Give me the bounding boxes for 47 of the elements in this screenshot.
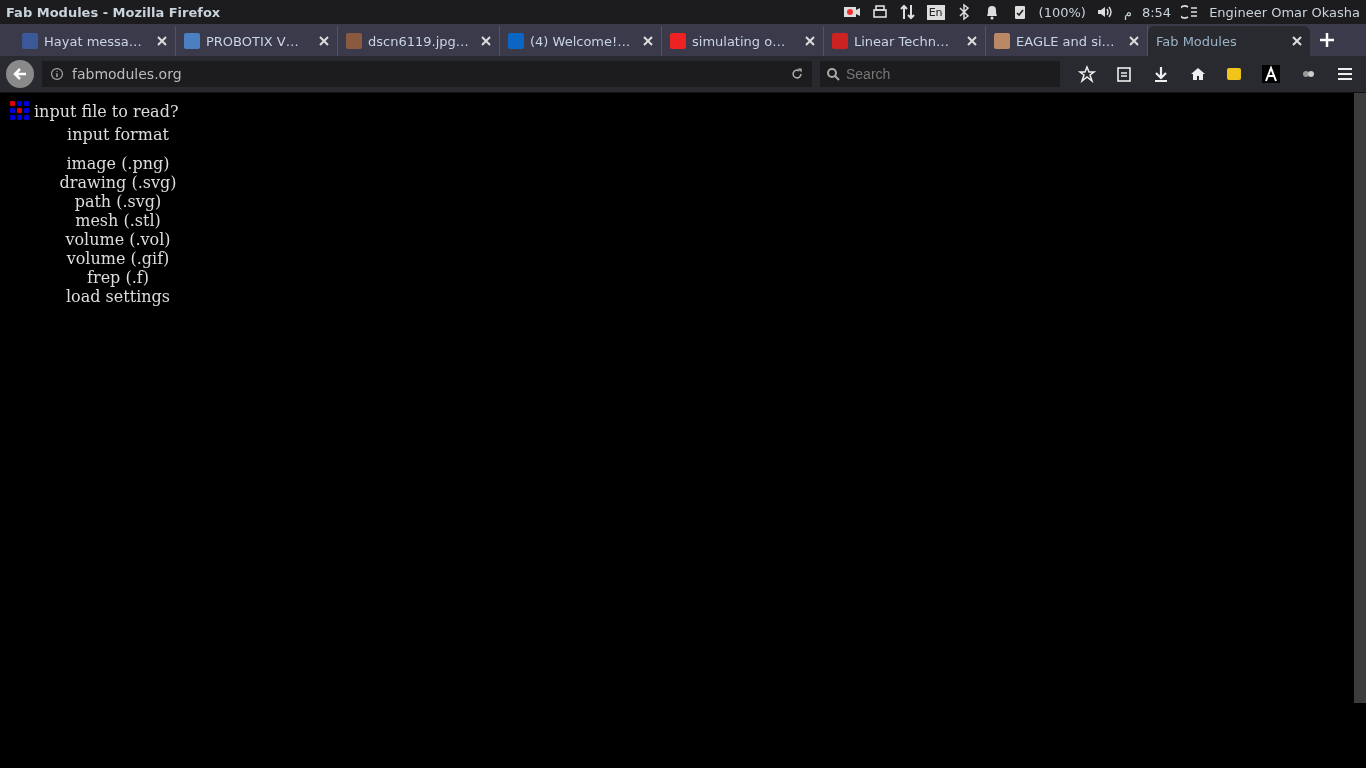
favicon-icon — [670, 33, 686, 49]
prompt-text: input file to read? — [34, 101, 179, 121]
reload-icon — [790, 67, 804, 81]
browser-tab[interactable]: Fab Modules — [1148, 26, 1310, 56]
battery-percentage: (100%) — [1038, 4, 1086, 20]
format-option[interactable]: image (.png) — [66, 154, 170, 173]
printer-icon — [870, 3, 889, 21]
format-option[interactable]: mesh (.stl) — [75, 211, 161, 230]
close-icon[interactable] — [1129, 36, 1139, 46]
section-heading: input format — [67, 125, 169, 144]
scrollbar-thumb[interactable] — [1354, 93, 1366, 703]
keyboard-indicator[interactable]: En — [926, 4, 945, 20]
grid-logo-icon — [10, 101, 30, 121]
close-icon[interactable] — [319, 36, 329, 46]
menu-icon — [1335, 65, 1354, 83]
favicon-icon — [508, 33, 524, 49]
close-icon[interactable] — [643, 36, 653, 46]
time-suffix: م — [1123, 4, 1132, 20]
close-icon[interactable] — [157, 36, 167, 46]
close-icon[interactable] — [1292, 36, 1302, 46]
format-option[interactable]: frep (.f) — [87, 268, 149, 287]
back-button[interactable] — [6, 60, 34, 88]
favicon-icon — [346, 33, 362, 49]
format-option[interactable]: volume (.vol) — [65, 230, 171, 249]
favicon-icon — [832, 33, 848, 49]
arrows-icon — [898, 3, 917, 21]
search-field[interactable]: Search — [820, 61, 1060, 87]
window-title: Fab Modules - Mozilla Firefox — [6, 4, 222, 20]
close-icon[interactable] — [481, 36, 491, 46]
favicon-icon — [22, 33, 38, 49]
address-bar[interactable]: fabmodules.org — [42, 61, 812, 87]
favicon-icon — [184, 33, 200, 49]
favicon-icon — [994, 33, 1010, 49]
clock: 8:54 — [1141, 4, 1172, 20]
back-arrow-icon — [12, 66, 28, 82]
close-icon[interactable] — [967, 36, 977, 46]
format-option[interactable]: path (.svg) — [74, 192, 162, 211]
close-icon[interactable] — [805, 36, 815, 46]
note-icon — [1225, 65, 1244, 83]
user-name: Engineer Omar Okasha — [1209, 4, 1360, 20]
format-option[interactable]: drawing (.svg) — [59, 173, 177, 192]
format-option[interactable]: load settings — [66, 287, 170, 306]
font-icon — [1262, 65, 1281, 83]
clipboard-icon — [1114, 65, 1133, 83]
star-icon — [1078, 65, 1096, 83]
info-icon — [50, 67, 64, 81]
format-option[interactable]: volume (.gif) — [66, 249, 170, 268]
